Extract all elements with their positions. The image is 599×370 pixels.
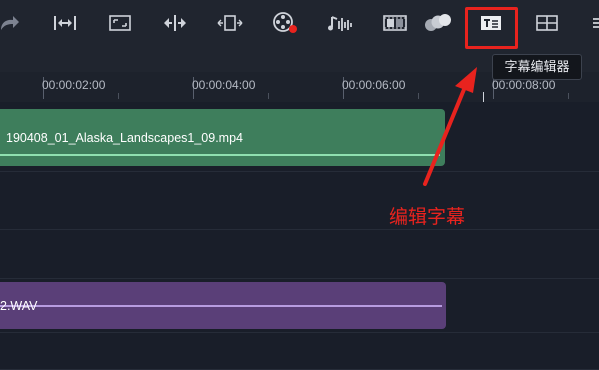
record-media-icon[interactable] [269, 8, 301, 38]
ruler-minor-tick [118, 93, 119, 99]
title-track[interactable] [0, 230, 599, 279]
music-track[interactable] [0, 333, 599, 370]
split-icon[interactable] [159, 8, 191, 38]
crop-icon[interactable] [104, 8, 136, 38]
redo-icon[interactable] [0, 8, 24, 38]
ruler-minor-tick [268, 93, 269, 99]
ruler-time-label: 00:00:02:00 [42, 78, 106, 92]
playhead-marker[interactable] [483, 92, 484, 102]
audio-clip-name: 2.WAV [0, 299, 38, 313]
ruler-minor-tick [418, 93, 419, 99]
ruler-time-label: 00:00:04:00 [192, 78, 256, 92]
video-volume-line[interactable] [0, 154, 440, 156]
more-menu-icon[interactable] [583, 8, 599, 38]
ruler-time-label: 00:00:06:00 [342, 78, 406, 92]
multicam-icon[interactable] [379, 8, 411, 38]
highlight-box [465, 7, 518, 49]
multi-view-icon[interactable] [531, 8, 563, 38]
audio-wave-icon[interactable] [324, 8, 356, 38]
color-balls-icon[interactable] [422, 8, 454, 38]
annotation-label: 编辑字幕 [389, 206, 466, 228]
audio-volume-line[interactable] [0, 305, 442, 307]
audio-clip[interactable]: 2.WAV [0, 282, 446, 329]
ruler-time-label: 00:00:08:00 [492, 78, 556, 92]
tooltip: 字幕编辑器 [492, 54, 582, 80]
video-clip[interactable]: 190408_01_Alaska_Landscapes1_09.mp4 [0, 109, 445, 166]
video-clip-name: 190408_01_Alaska_Landscapes1_09.mp4 [6, 131, 243, 145]
ruler-minor-tick [568, 93, 569, 99]
expand-clip-icon[interactable] [214, 8, 246, 38]
overlay-track[interactable] [0, 172, 599, 230]
fit-span-icon[interactable] [49, 8, 81, 38]
